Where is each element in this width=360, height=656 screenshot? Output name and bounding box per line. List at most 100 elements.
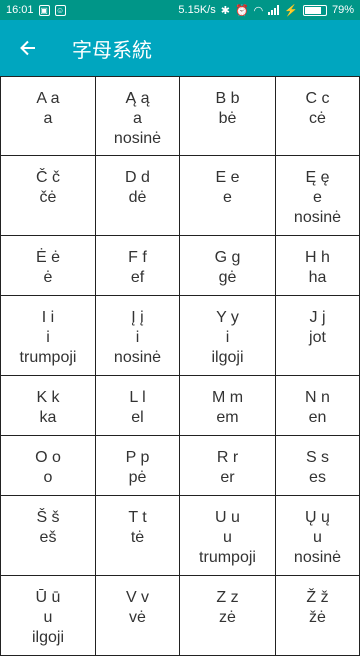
letter-name: tė: [130, 529, 145, 546]
letter-cell[interactable]: Ę ę e nosinė: [276, 156, 360, 236]
letter-glyph: H h: [305, 249, 330, 266]
battery-percent: 79%: [331, 4, 354, 16]
letter-cell[interactable]: O o o: [0, 436, 96, 496]
signal-icon: [268, 5, 280, 15]
letter-cell[interactable]: Š š eš: [0, 496, 96, 576]
letter-glyph: Ž ž: [306, 589, 329, 606]
letter-name: i: [135, 329, 140, 346]
notification-app-icon: ☺: [54, 4, 66, 16]
letter-glyph: T t: [128, 509, 147, 526]
letter-cell[interactable]: D d dė: [96, 156, 180, 236]
letter-cell[interactable]: A a a: [0, 76, 96, 156]
status-right: 5.15K/s ✱ ⏰ ◠ ⚡ 79%: [178, 4, 354, 17]
letter-cell[interactable]: S s es: [276, 436, 360, 496]
letter-name: bė: [218, 110, 237, 127]
bluetooth-icon: ✱: [220, 4, 230, 17]
letter-qualifier: ilgoji: [211, 349, 244, 366]
letter-glyph: I i: [41, 309, 55, 326]
letter-name: el: [131, 409, 144, 426]
letter-cell[interactable]: R r er: [180, 436, 276, 496]
letter-cell[interactable]: L l el: [96, 376, 180, 436]
letter-glyph: Z z: [216, 589, 239, 606]
letter-glyph: Y y: [216, 309, 239, 326]
network-speed: 5.15K/s: [178, 4, 216, 16]
alarm-icon: ⏰: [234, 4, 249, 17]
letter-glyph: Ų ų: [305, 509, 330, 526]
letter-cell[interactable]: I i i trumpoji: [0, 296, 96, 376]
letter-name: em: [216, 409, 239, 426]
letter-glyph: S s: [305, 449, 330, 466]
battery-icon: [302, 4, 327, 16]
letter-glyph: Č č: [36, 169, 60, 186]
letter-glyph: Į į: [131, 309, 144, 326]
letter-cell[interactable]: C c cė: [276, 76, 360, 156]
letter-cell[interactable]: H h ha: [276, 236, 360, 296]
letter-qualifier: nosinė: [293, 209, 342, 226]
letter-cell[interactable]: T t tė: [96, 496, 180, 576]
letter-name: pė: [128, 469, 147, 486]
letter-glyph: K k: [36, 389, 60, 406]
letter-glyph: Ą ą: [125, 90, 150, 107]
letter-name: u: [223, 529, 232, 546]
letter-cell[interactable]: M m em: [180, 376, 276, 436]
letter-name: gė: [218, 269, 237, 286]
charging-icon: ⚡: [284, 4, 298, 17]
letter-glyph: M m: [211, 389, 244, 406]
letter-cell[interactable]: Ū ū u ilgoji: [0, 576, 96, 656]
letter-cell[interactable]: E e e: [180, 156, 276, 236]
letter-glyph: R r: [216, 449, 239, 466]
letter-qualifier: trumpoji: [19, 349, 77, 366]
letter-glyph: Š š: [36, 509, 60, 526]
letter-cell[interactable]: Ž ž žė: [276, 576, 360, 656]
letter-glyph: Ę ę: [305, 169, 330, 186]
wifi-icon: ◠: [253, 4, 264, 17]
letter-name: cė: [309, 110, 326, 127]
letter-name: zė: [219, 609, 236, 626]
letter-cell[interactable]: F f ef: [96, 236, 180, 296]
letter-cell[interactable]: Y y i ilgoji: [180, 296, 276, 376]
letter-name: dė: [128, 189, 147, 206]
letter-glyph: Ė ė: [35, 249, 60, 266]
page-title: 字母系統: [72, 39, 152, 62]
letter-cell[interactable]: Č č čė: [0, 156, 96, 236]
letter-name: e: [223, 189, 232, 206]
letter-name: jot: [309, 329, 326, 346]
letter-cell[interactable]: P p pė: [96, 436, 180, 496]
letter-name: ef: [130, 269, 145, 286]
letter-name: čė: [39, 189, 57, 206]
arrow-left-icon: [20, 40, 35, 56]
letter-glyph: C c: [305, 90, 330, 107]
letter-cell[interactable]: U u u trumpoji: [180, 496, 276, 576]
letter-cell[interactable]: Z z zė: [180, 576, 276, 656]
letter-cell[interactable]: K k ka: [0, 376, 96, 436]
letter-name: i: [225, 329, 230, 346]
status-bar: 16:01 ▣ ☺ 5.15K/s ✱ ⏰ ◠ ⚡ 79%: [0, 0, 360, 20]
letter-glyph: Ū ū: [35, 589, 61, 606]
letter-cell[interactable]: B b bė: [180, 76, 276, 156]
letter-glyph: V v: [125, 589, 150, 606]
letter-glyph: D d: [125, 169, 150, 186]
letter-qualifier: nosinė: [113, 349, 162, 366]
letter-cell[interactable]: G g gė: [180, 236, 276, 296]
letter-glyph: U u: [215, 509, 240, 526]
letter-qualifier: nosinė: [293, 549, 342, 566]
letter-cell[interactable]: V v vė: [96, 576, 180, 656]
letter-name: eš: [39, 529, 57, 546]
letter-qualifier: trumpoji: [199, 549, 256, 566]
letter-name: a: [43, 110, 53, 127]
back-button[interactable]: [0, 20, 56, 76]
letter-name: ha: [308, 269, 327, 286]
letter-cell[interactable]: Ą ą a nosinė: [96, 76, 180, 156]
letter-name: ka: [39, 409, 57, 426]
letter-glyph: A a: [36, 90, 60, 107]
letter-name: en: [308, 409, 327, 426]
letter-glyph: B b: [215, 90, 240, 107]
letter-cell[interactable]: Ų ų u nosinė: [276, 496, 360, 576]
letter-cell[interactable]: N n en: [276, 376, 360, 436]
battery-fill: [304, 6, 321, 14]
letter-name: es: [309, 469, 326, 486]
letter-cell[interactable]: J j jot: [276, 296, 360, 376]
letter-cell[interactable]: Į į i nosinė: [96, 296, 180, 376]
letter-glyph: L l: [129, 389, 146, 406]
letter-cell[interactable]: Ė ė ė: [0, 236, 96, 296]
